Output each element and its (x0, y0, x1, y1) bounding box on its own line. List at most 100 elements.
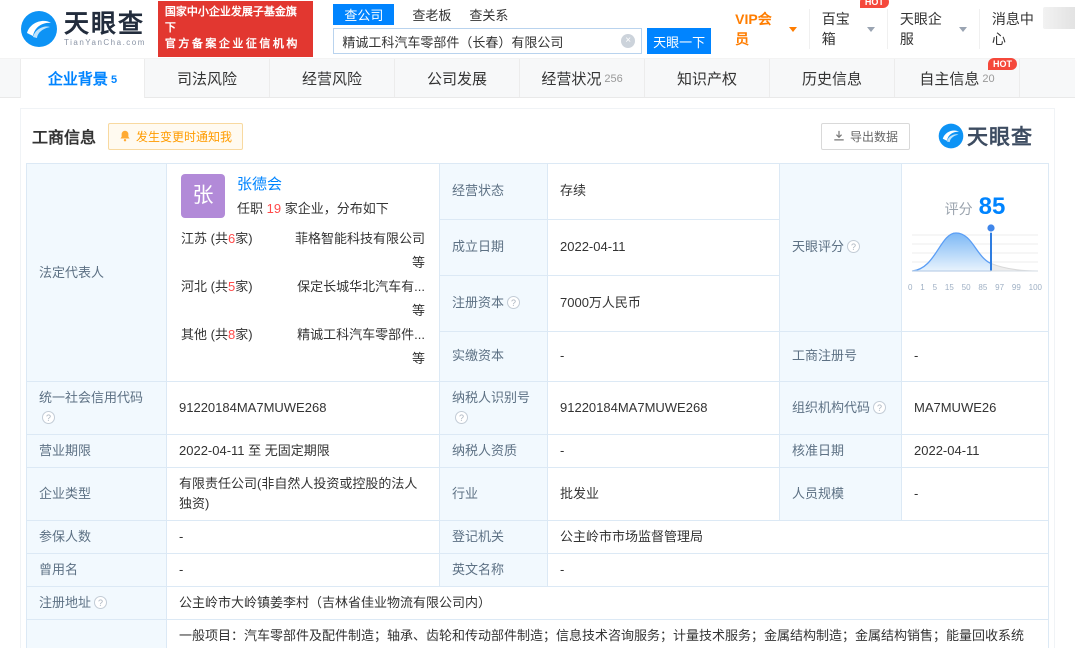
services-label: 天眼企服 (900, 9, 955, 49)
field-label-insured-count: 参保人数 (27, 521, 167, 554)
legal-rep-cell: 张 张德会 任职 19 家企业，分布如下 江苏 (共6家) 菲格智能科技有限公司… (167, 164, 440, 382)
distribution-company[interactable]: 保定长城华北汽车有... 等 (291, 275, 425, 323)
field-value-staff-size: - (902, 468, 1049, 521)
field-value-reg-capital: 7000万人民币 (548, 275, 780, 331)
hot-badge: HOT (988, 58, 1017, 70)
tab-label: 历史信息 (802, 68, 862, 89)
tab-count: 256 (604, 73, 622, 85)
badge-line1: 国家中小企业发展子基金旗下 (165, 5, 306, 37)
search-tab-relation[interactable]: 查关系 (469, 4, 508, 25)
field-value-registry: 公主岭市市场监督管理局 (548, 521, 1049, 554)
tab-intellectual-property[interactable]: 知识产权 (645, 59, 770, 97)
search-input[interactable] (333, 28, 642, 54)
field-label-business-term: 营业期限 (27, 435, 167, 468)
field-value-approval-date: 2022-04-11 (902, 435, 1049, 468)
distribution-company[interactable]: 菲格智能科技有限公司等 (291, 227, 425, 275)
hot-badge: HOT (860, 0, 889, 8)
help-icon[interactable]: ? (94, 596, 107, 609)
tianyancha-logo-icon (938, 123, 964, 149)
field-label-legal-rep: 法定代表人 (27, 164, 167, 382)
nav-services[interactable]: 天眼企服 (887, 9, 979, 49)
field-value-established: 2022-04-11 (548, 219, 780, 275)
search-area: 查公司 查老板 查关系 × 天眼一下 (333, 4, 711, 54)
tab-operating-status[interactable]: 经营状况 256 (520, 59, 645, 97)
nav-vip[interactable]: VIP会员 (723, 9, 809, 49)
distribution-company[interactable]: 精诚工科汽车零部件... 等 (291, 323, 425, 371)
chevron-down-icon (867, 27, 875, 36)
field-value-business-scope: 一般项目：汽车零部件及配件制造；轴承、齿轮和传动部件制造；信息技术咨询服务；计量… (167, 620, 1049, 648)
chevron-down-icon (789, 27, 797, 36)
messages-label: 消息中心 (992, 9, 1047, 49)
search-tab-company[interactable]: 查公司 (333, 4, 394, 25)
help-icon[interactable]: ? (42, 411, 55, 424)
field-value-status: 存续 (548, 164, 780, 220)
brand-domain: TianYanCha.com (64, 39, 146, 47)
tianyancha-logo[interactable]: 天眼查 TianYanCha.com (20, 10, 146, 48)
tab-label: 经营状况 (541, 68, 601, 89)
field-value-credit-code: 91220184MA7MUWE268 (167, 382, 440, 435)
field-label-paid-capital: 实缴资本 (440, 331, 548, 381)
notify-label: 发生变更时通知我 (136, 128, 232, 145)
help-icon[interactable]: ? (873, 401, 886, 414)
score-curve-chart (908, 219, 1042, 277)
score-marker-pin (987, 224, 995, 232)
field-value-business-term: 2022-04-11 至 无固定期限 (167, 435, 440, 468)
field-label-business-scope: 经营范围? (27, 620, 167, 648)
chevron-down-icon (959, 27, 967, 36)
toolbox-label: 百宝箱 (822, 9, 863, 49)
tab-judicial-risk[interactable]: 司法风险 (145, 59, 270, 97)
field-value-former-name: - (167, 554, 440, 587)
field-label-approval-date: 核准日期 (780, 435, 902, 468)
certification-badge: 国家中小企业发展子基金旗下 官方备案企业征信机构 (158, 1, 313, 57)
tab-company-development[interactable]: 公司发展 (395, 59, 520, 97)
field-value-org-code: MA7MUWE26 (902, 382, 1049, 435)
tab-company-background[interactable]: 企业背景 5 (20, 59, 145, 98)
notify-change-button[interactable]: 发生变更时通知我 (108, 123, 243, 150)
field-label-taxpayer-quality: 纳税人资质 (440, 435, 548, 468)
nav-messages[interactable]: 消息中心 (979, 9, 1059, 49)
tenure-line: 任职 19 家企业，分布如下 (237, 199, 389, 219)
score-widget[interactable]: 评分 85 (902, 164, 1049, 332)
tab-label: 公司发展 (427, 68, 487, 89)
field-label-org-code: 组织机构代码? (780, 382, 902, 435)
field-value-reg-number: - (902, 331, 1049, 381)
help-icon[interactable]: ? (847, 240, 860, 253)
avatar[interactable]: 张 (181, 174, 225, 218)
top-header: 天眼查 TianYanCha.com 国家中小企业发展子基金旗下 官方备案企业征… (0, 0, 1075, 58)
watermark-text: 天眼查 (967, 121, 1033, 151)
distribution-row: 江苏 (共6家) 菲格智能科技有限公司等 (181, 227, 425, 275)
search-button[interactable]: 天眼一下 (647, 28, 711, 54)
legal-rep-name-link[interactable]: 张德会 (237, 175, 389, 195)
field-label-former-name: 曾用名 (27, 554, 167, 587)
field-label-reg-number: 工商注册号 (780, 331, 902, 381)
main-tabbar: 企业背景 5 司法风险 经营风险 公司发展 经营状况 256 知识产权 历史信息… (0, 58, 1075, 98)
field-label-registry: 登记机关 (440, 521, 548, 554)
redaction-block (1043, 7, 1075, 29)
tab-label: 经营风险 (302, 68, 362, 89)
distribution-row: 其他 (共8家) 精诚工科汽车零部件... 等 (181, 323, 425, 371)
score-value: 85 (979, 197, 1006, 217)
field-value-paid-capital: - (548, 331, 780, 381)
tab-label: 司法风险 (177, 68, 237, 89)
tab-self-info[interactable]: 自主信息 20 HOT (895, 59, 1020, 97)
business-info-table: 法定代表人 张 张德会 任职 19 家企业，分布如下 江苏 (共6家) (26, 163, 1049, 648)
help-icon[interactable]: ? (455, 411, 468, 424)
field-label-company-type: 企业类型 (27, 468, 167, 521)
distribution-row: 河北 (共5家) 保定长城华北汽车有... 等 (181, 275, 425, 323)
export-data-button[interactable]: 导出数据 (821, 123, 910, 150)
tab-history-info[interactable]: 历史信息 (770, 59, 895, 97)
field-value-company-type: 有限责任公司(非自然人投资或控股的法人独资) (167, 468, 440, 521)
score-word: 评分 (945, 199, 973, 219)
field-label-credit-code: 统一社会信用代码? (27, 382, 167, 435)
nav-toolbox[interactable]: HOT 百宝箱 (809, 9, 887, 49)
field-label-staff-size: 人员规模 (780, 468, 902, 521)
score-axis-ticks: 0151550859799100 (908, 278, 1042, 298)
field-label-address: 注册地址? (27, 587, 167, 620)
help-icon[interactable]: ? (507, 296, 520, 309)
bell-icon (119, 130, 131, 142)
search-tab-boss[interactable]: 查老板 (412, 4, 451, 25)
field-value-english-name: - (548, 554, 1049, 587)
tab-count: 5 (111, 74, 117, 86)
tab-operation-risk[interactable]: 经营风险 (270, 59, 395, 97)
export-label: 导出数据 (850, 128, 898, 145)
